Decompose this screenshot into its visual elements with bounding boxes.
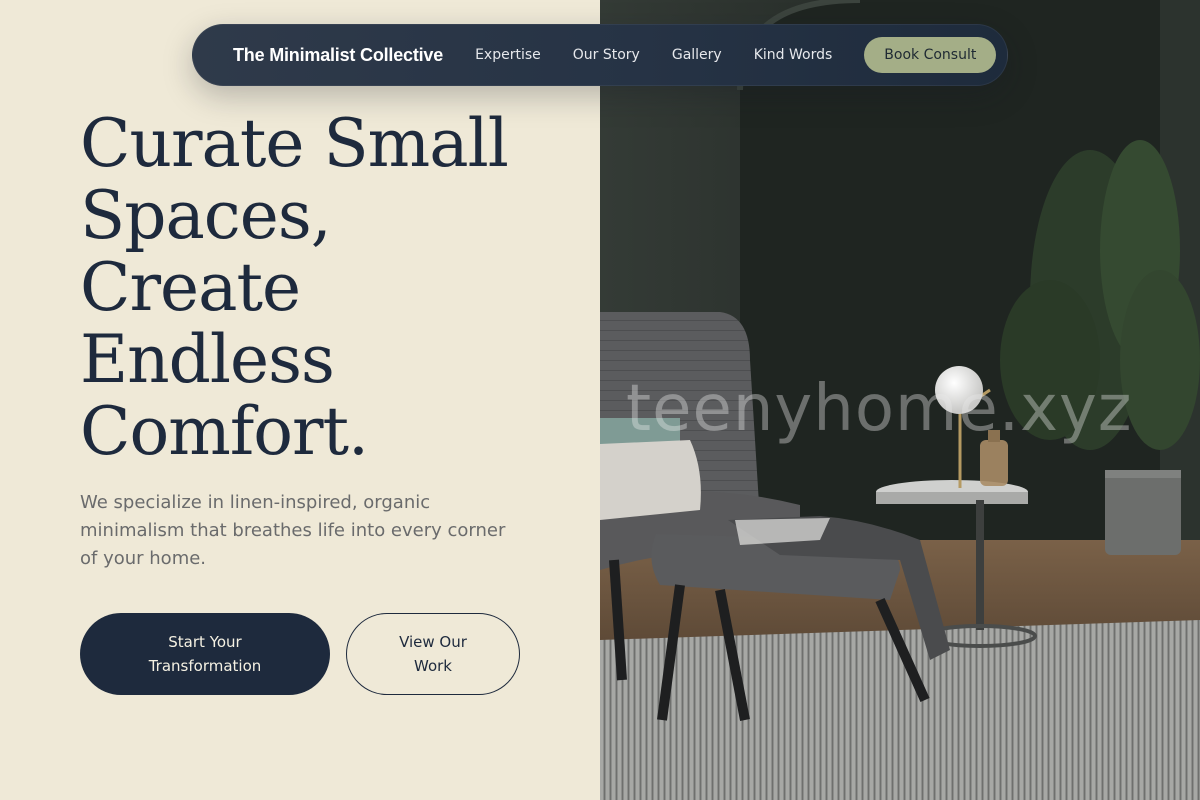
living-room-photo	[600, 0, 1200, 800]
brand-logo[interactable]: The Minimalist Collective	[233, 45, 443, 66]
hero-title-line: Comfort.	[80, 393, 369, 470]
nav-link-kind-words[interactable]: Kind Words	[754, 47, 833, 63]
start-transformation-button[interactable]: Start Your Transformation	[80, 613, 330, 695]
hero-title-line: Create	[80, 249, 301, 326]
hero-title-line: Spaces,	[80, 177, 332, 254]
nav-link-our-story[interactable]: Our Story	[573, 47, 640, 63]
book-consult-button[interactable]: Book Consult	[864, 37, 997, 73]
hero-title: Curate Small Spaces, Create Endless Comf…	[80, 108, 580, 468]
view-work-button[interactable]: View Our Work	[346, 613, 520, 695]
hero-left-panel: Curate Small Spaces, Create Endless Comf…	[0, 0, 600, 800]
hero-title-line: Curate Small	[80, 105, 509, 182]
hero-image: teenyhome.xyz	[600, 0, 1200, 800]
nav-link-gallery[interactable]: Gallery	[672, 47, 722, 63]
top-navigation: The Minimalist Collective Expertise Our …	[192, 24, 1008, 86]
hero-title-line: Endless	[80, 321, 335, 398]
nav-link-expertise[interactable]: Expertise	[475, 47, 541, 63]
hero-subtitle: We specialize in linen-inspired, organic…	[80, 492, 506, 569]
